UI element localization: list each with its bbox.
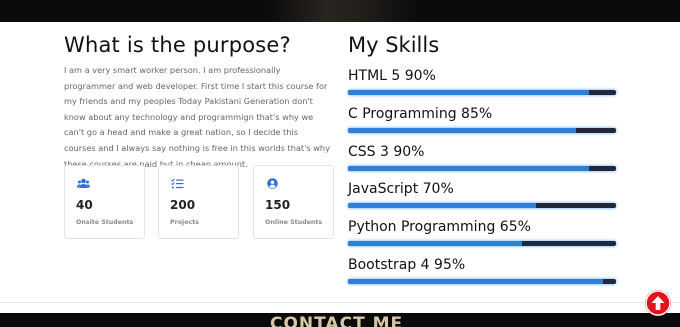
skill-progress-fill [348, 241, 523, 246]
skill-progress-fill [348, 279, 603, 284]
skill-progress-bar [348, 279, 616, 284]
stat-label: Online Students [265, 219, 323, 226]
skill-javascript: JavaScript 70% [348, 181, 616, 208]
skills-section: My Skills HTML 5 90% C Programming 85% C… [348, 33, 618, 284]
skill-progress-bar [348, 128, 616, 133]
skill-progress-fill [348, 90, 590, 95]
stat-card-online-students: 150 Online Students [253, 165, 334, 239]
skill-label: JavaScript 70% [348, 181, 454, 197]
skill-label: HTML 5 90% [348, 68, 436, 84]
skill-label: C Programming 85% [348, 106, 493, 122]
stat-label: Onsite Students [76, 219, 134, 226]
purpose-section: What is the purpose? I am a very smart w… [64, 33, 334, 172]
skill-label: Bootstrap 4 95% [348, 257, 466, 273]
header-image-band [0, 0, 680, 22]
skill-progress-bar [348, 90, 616, 95]
skill-progress-fill [348, 128, 576, 133]
skill-progress-bar [348, 166, 616, 171]
stat-label: Projects [170, 219, 199, 226]
stat-value: 40 [76, 198, 93, 212]
skill-html5: HTML 5 90% [348, 68, 616, 95]
skill-progress-bar [348, 203, 616, 208]
stat-value: 200 [170, 198, 196, 212]
arrow-up-circle-icon [645, 290, 671, 316]
section-divider [0, 302, 680, 303]
skill-c-programming: C Programming 85% [348, 106, 616, 133]
skill-python-programming: Python Programming 65% [348, 219, 616, 246]
skill-bootstrap4: Bootstrap 4 95% [348, 257, 616, 284]
skills-title: My Skills [348, 33, 440, 57]
skill-label: CSS 3 90% [348, 144, 425, 160]
users-icon [77, 178, 90, 188]
contact-section-band: CONTACT ME [0, 313, 680, 327]
stat-card-projects: 200 Projects [158, 165, 239, 239]
stat-value: 150 [265, 198, 291, 212]
stat-card-onsite-students: 40 Onsite Students [64, 165, 145, 239]
tasks-list-icon [171, 178, 184, 189]
skill-progress-fill [348, 203, 536, 208]
contact-heading: CONTACT ME [270, 314, 404, 327]
scroll-to-top-button[interactable] [645, 290, 671, 316]
purpose-description: I am a very smart worker person. I am pr… [64, 65, 330, 169]
skill-label: Python Programming 65% [348, 219, 531, 235]
purpose-title: What is the purpose? [64, 33, 291, 57]
stats-row: 40 Onsite Students 200 Projects 150 Onli… [64, 165, 334, 239]
user-circle-icon [267, 178, 278, 189]
skill-progress-bar [348, 241, 616, 246]
skill-progress-fill [348, 166, 590, 171]
skill-css3: CSS 3 90% [348, 144, 616, 171]
header-image-fragment [268, 0, 418, 22]
